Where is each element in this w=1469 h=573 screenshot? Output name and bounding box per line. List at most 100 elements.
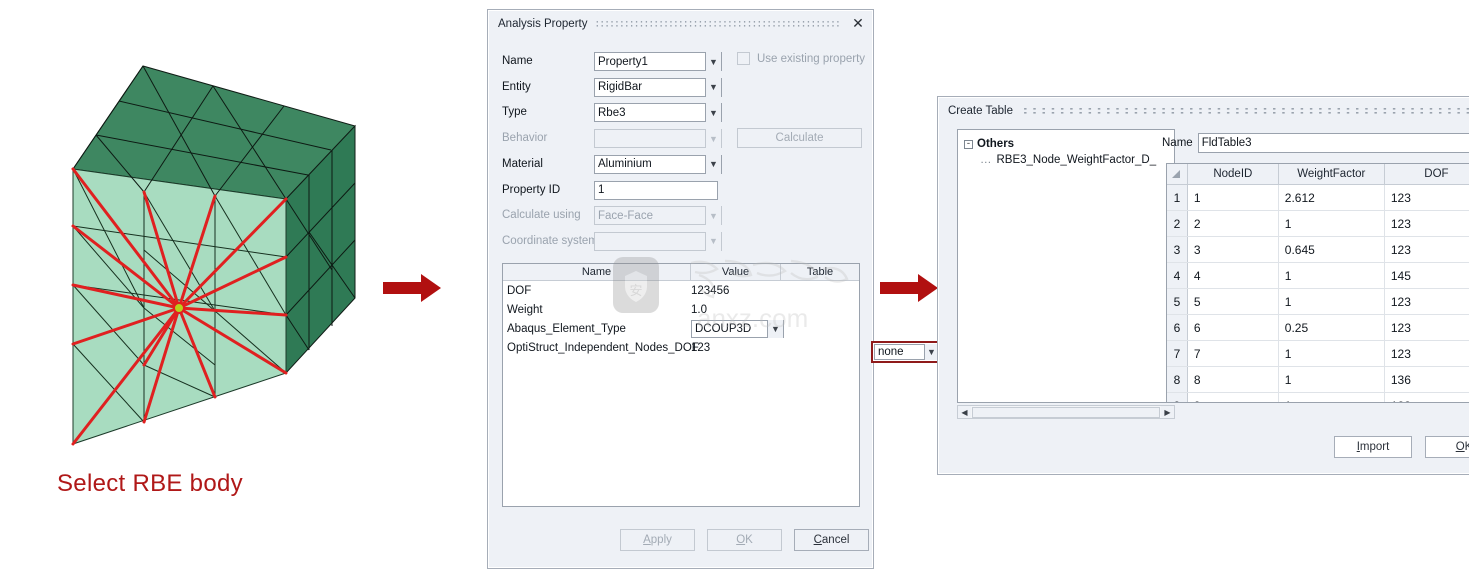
grid-corner-icon[interactable] <box>1167 164 1188 184</box>
table-row-number[interactable]: 3 <box>1167 237 1188 262</box>
property-grid-header: Name Value Table <box>503 264 859 281</box>
table-cell-nodeid[interactable]: 8 <box>1188 367 1279 392</box>
ok-button[interactable]: OK <box>1425 436 1469 458</box>
table-cell-weightfactor[interactable]: 1 <box>1279 341 1385 366</box>
apply-button[interactable]: Apply <box>620 529 695 551</box>
scroll-left-icon[interactable]: ◀ <box>958 406 971 418</box>
table-row[interactable]: 4 4 1 145 <box>1167 263 1469 289</box>
chevron-down-icon[interactable]: ▼ <box>705 103 721 123</box>
table-row[interactable]: 991123 <box>1167 393 1469 403</box>
import-button[interactable]: Import <box>1334 436 1412 458</box>
field-input-material[interactable]: Aluminium ▼ <box>594 154 722 174</box>
table-row-number[interactable]: 2 <box>1167 211 1188 236</box>
chevron-down-icon: ▼ <box>705 231 721 251</box>
table-cell-dof[interactable]: 123 <box>1385 289 1469 314</box>
scroll-thumb[interactable] <box>972 406 1160 418</box>
table-cell-weightfactor[interactable]: 1 <box>1279 211 1385 236</box>
property-grid-row[interactable]: OptiStruct_Independent_Nodes_DOF 123 none ▼ <box>503 338 960 363</box>
table-row-number[interactable]: 4 <box>1167 263 1188 288</box>
table-cell-dof[interactable]: 136 <box>1385 367 1469 392</box>
close-icon[interactable]: ✕ <box>849 15 867 33</box>
tree-node-others[interactable]: - Others <box>964 138 1174 150</box>
ok-button[interactable]: OK <box>707 529 782 551</box>
property-grid-cell-value[interactable]: 123456 <box>691 285 859 297</box>
chevron-down-icon[interactable]: ▼ <box>705 77 721 97</box>
table-row-number[interactable]: 7 <box>1167 341 1188 366</box>
table-cell-weightfactor[interactable]: 0.25 <box>1279 315 1385 340</box>
table-row[interactable]: 2 2 1 123 <box>1167 211 1469 237</box>
table-row[interactable]: 6 6 0.25 123 <box>1167 315 1469 341</box>
table-row[interactable]: 5 5 1 123 <box>1167 289 1469 315</box>
table-grid-body: 1 1 2.612 123 2 2 1 123 3 3 0.645 123 4 4 1 145 5 5 1 123 6 6… <box>1167 185 1469 403</box>
chevron-down-icon[interactable]: ▼ <box>705 154 721 174</box>
use-existing-property-label: Use existing property <box>757 52 866 65</box>
field-value: Property1 <box>598 55 648 68</box>
chevron-down-icon[interactable]: ▼ <box>767 319 783 338</box>
calculate-button[interactable]: Calculate <box>737 128 862 148</box>
table-row[interactable]: 8 8 1 136 <box>1167 367 1469 393</box>
table-cell-nodeid[interactable]: 7 <box>1188 341 1279 366</box>
analysis-property-dialog[interactable]: Analysis Property ✕ Name Property1 ▼ Ent… <box>487 9 960 569</box>
table-row-number[interactable]: 9 <box>1167 393 1188 402</box>
table-cell-dof[interactable]: 123 <box>1385 341 1469 366</box>
field-value: Aluminium <box>598 158 652 171</box>
chevron-down-icon: ▼ <box>705 129 721 149</box>
table-tree-panel[interactable]: - Others … RBE3_Node_WeightFactor_D_ <box>957 129 1175 403</box>
property-grid-row[interactable]: Abaqus_Element_Type DCOUP3D ▼ <box>503 319 859 338</box>
table-name-input[interactable]: FldTable3 <box>1197 133 1469 153</box>
field-input-name[interactable]: Property1 ▼ <box>594 52 722 71</box>
property-grid-row[interactable]: DOF 123456 <box>503 281 859 300</box>
tree-horizontal-scrollbar[interactable]: ◀ ▶ <box>957 405 1175 419</box>
tree-node-rbe3[interactable]: … RBE3_Node_WeightFactor_D_ <box>980 154 1174 166</box>
table-cell-weightfactor[interactable]: 1 <box>1279 263 1385 288</box>
field-input-entity[interactable]: RigidBar ▼ <box>594 77 722 97</box>
table-row[interactable]: 3 3 0.645 123 <box>1167 237 1469 263</box>
table-cell-nodeid[interactable]: 5 <box>1188 289 1279 314</box>
property-grid-cell-value[interactable]: 123 none ▼ <box>691 340 960 363</box>
table-cell-weightfactor[interactable]: 1 <box>1279 393 1385 402</box>
grid-header-dof: DOF <box>1385 164 1469 184</box>
chevron-down-icon[interactable]: ▼ <box>924 343 938 360</box>
table-row[interactable]: 7 7 1 123 <box>1167 341 1469 367</box>
property-grid-cell-value[interactable]: 1.0 <box>691 304 859 316</box>
field-input-property-id[interactable]: 1 <box>594 180 718 200</box>
table-cell-dof[interactable]: 123 <box>1385 211 1469 236</box>
table-row-number[interactable]: 8 <box>1167 367 1188 392</box>
scroll-right-icon[interactable]: ▶ <box>1161 406 1174 418</box>
property-grid-cell-name: DOF <box>507 284 532 297</box>
optistruct-dof-combo[interactable]: none ▼ <box>874 343 939 360</box>
table-cell-weightfactor[interactable]: 1 <box>1279 289 1385 314</box>
field-input-type[interactable]: Rbe3 ▼ <box>594 103 722 123</box>
table-cell-dof[interactable]: 123 <box>1385 185 1469 210</box>
table-row-number[interactable]: 1 <box>1167 185 1188 210</box>
use-existing-property-row[interactable]: Use existing property <box>737 52 865 65</box>
property-grid-row[interactable]: Weight 1.0 <box>503 300 859 319</box>
table-cell-nodeid[interactable]: 2 <box>1188 211 1279 236</box>
table-cell-dof[interactable]: 145 <box>1385 263 1469 288</box>
table-cell-dof[interactable]: 123 <box>1385 315 1469 340</box>
table-row[interactable]: 1 1 2.612 123 <box>1167 185 1469 211</box>
table-row-number[interactable]: 6 <box>1167 315 1188 340</box>
table-data-grid[interactable]: NodeID WeightFactor DOF 1 1 2.612 123 2 2 1 123… <box>1166 163 1469 403</box>
table-cell-dof[interactable]: 123 <box>1385 393 1469 403</box>
chevron-down-icon: ▼ <box>705 206 721 226</box>
abaqus-element-type-combo[interactable]: DCOUP3D ▼ <box>691 319 784 338</box>
table-cell-dof[interactable]: 123 <box>1385 237 1469 262</box>
create-table-dialog[interactable]: Create Table - Others … RBE3_Node_Weight… <box>937 96 1469 475</box>
table-cell-weightfactor[interactable]: 0.645 <box>1279 237 1385 262</box>
table-cell-nodeid[interactable]: 6 <box>1188 315 1279 340</box>
table-cell-nodeid[interactable]: 4 <box>1188 263 1279 288</box>
use-existing-property-checkbox[interactable] <box>737 52 750 65</box>
table-cell-weightfactor[interactable]: 2.612 <box>1279 185 1385 210</box>
table-cell-nodeid[interactable]: 3 <box>1188 237 1279 262</box>
table-row-number[interactable]: 5 <box>1167 289 1188 314</box>
chevron-down-icon[interactable]: ▼ <box>705 52 721 71</box>
tree-expander-icon[interactable]: - <box>964 139 973 149</box>
property-value-grid[interactable]: Name Value Table DOF 123456 Weight 1.0 Abaqu… <box>502 263 960 507</box>
table-cell-nodeid[interactable]: 1 <box>1188 185 1279 210</box>
cancel-button[interactable]: Cancel <box>794 529 869 551</box>
property-grid-cell-value[interactable]: DCOUP3D ▼ <box>691 319 859 338</box>
table-cell-nodeid[interactable]: 9 <box>1188 393 1279 402</box>
table-cell-weightfactor[interactable]: 1 <box>1279 367 1385 392</box>
table-name-row: Name FldTable3 <box>1162 133 1469 153</box>
